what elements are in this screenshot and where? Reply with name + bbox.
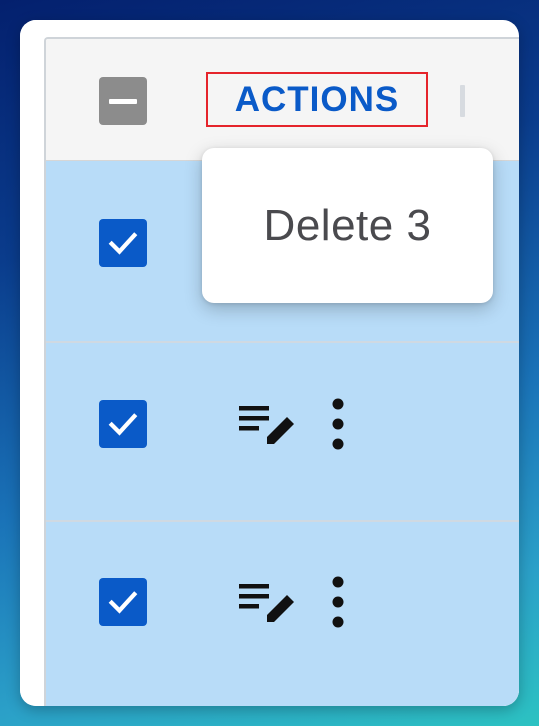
grid-left-gutter [20, 20, 44, 706]
table-row[interactable] [46, 522, 519, 706]
delete-popup-menu: Delete 3 [202, 148, 493, 303]
more-vert-icon[interactable] [331, 576, 345, 628]
checkmark-icon [108, 232, 138, 255]
actions-column-header[interactable]: ACTIONS [206, 72, 428, 127]
row-checkbox[interactable] [99, 578, 147, 626]
actions-column-label: ACTIONS [234, 79, 400, 119]
table-row[interactable] [46, 343, 519, 520]
indeterminate-dash-icon [109, 98, 137, 104]
row-checkbox[interactable] [99, 400, 147, 448]
data-grid-card: ACTIONS [20, 20, 519, 706]
more-vert-icon[interactable] [331, 398, 345, 450]
row-actions [239, 398, 345, 450]
checkmark-icon [108, 591, 138, 614]
checkmark-icon [108, 413, 138, 436]
edit-note-icon[interactable] [239, 576, 299, 628]
select-all-checkbox[interactable] [99, 77, 147, 125]
row-checkbox[interactable] [99, 219, 147, 267]
grid-header-row: ACTIONS [46, 39, 519, 161]
column-resize-handle[interactable] [460, 85, 465, 117]
data-grid: ACTIONS [44, 37, 519, 706]
delete-selected-menu-item[interactable]: Delete 3 [264, 201, 432, 251]
edit-note-icon[interactable] [239, 398, 299, 450]
row-actions [239, 576, 345, 628]
